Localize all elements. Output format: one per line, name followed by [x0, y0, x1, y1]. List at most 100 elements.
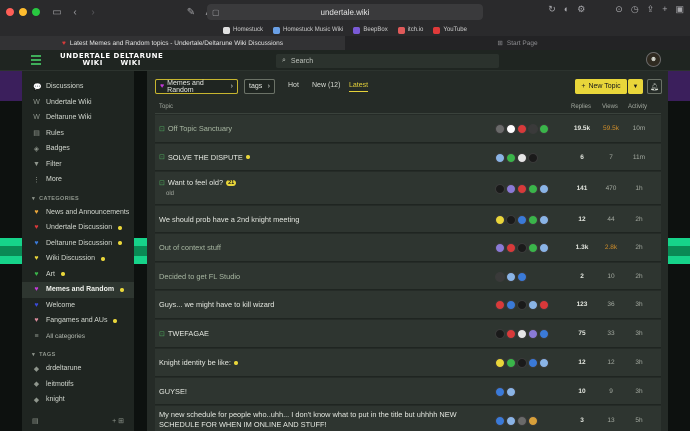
sidebar-category-wiki-discussion[interactable]: ♥ Wiki Discussion	[22, 251, 134, 267]
activity-cell[interactable]: 10m	[627, 125, 651, 132]
sidebar-category-fangames-and-aus[interactable]: ♥ Fangames and AUs	[22, 313, 134, 329]
tags-dropdown[interactable]: tags ›	[244, 79, 275, 94]
sidebar-all-categories[interactable]: ≡ All categories	[22, 329, 134, 345]
header-views[interactable]: Views	[602, 104, 618, 110]
activity-cell[interactable]: 3h	[627, 388, 651, 395]
sidebar-category-deltarune-discussion[interactable]: ♥ Deltarune Discussion	[22, 236, 134, 252]
avatar[interactable]	[495, 271, 505, 282]
sidebar-category-undertale-discussion[interactable]: ♥ Undertale Discussion	[22, 220, 134, 236]
avatar[interactable]	[539, 243, 549, 253]
new-topic-dropdown-button[interactable]: ▼	[628, 79, 643, 94]
table-row[interactable]: ⊡ Want to feel old? 21 old 141 470 1h	[155, 172, 661, 205]
sidebar-item-more[interactable]: ⋮ More	[22, 172, 134, 188]
avatar[interactable]	[528, 124, 538, 134]
back-icon[interactable]: ‹	[68, 7, 82, 18]
avatar[interactable]	[539, 124, 549, 134]
activity-cell[interactable]: 2h	[627, 273, 651, 280]
minimize-window-button[interactable]	[19, 8, 27, 16]
avatar[interactable]	[539, 300, 549, 310]
sidebar-category-news-and-announcements[interactable]: ♥ News and Announcements	[22, 205, 134, 221]
sidebar-item-filter[interactable]: ▼ Filter	[22, 157, 134, 173]
close-window-button[interactable]	[6, 8, 14, 16]
extension-icon[interactable]: ⚙	[577, 4, 585, 15]
table-row[interactable]: Guys... we might have to kill wizard 123 3…	[155, 291, 661, 319]
topic-title[interactable]: Guys... we might have to kill wizard	[159, 300, 274, 309]
avatar[interactable]	[517, 358, 527, 368]
avatar[interactable]	[495, 214, 505, 225]
avatar[interactable]	[528, 243, 538, 253]
address-bar[interactable]: ▢ undertale.wiki	[207, 4, 483, 20]
site-logo[interactable]: UNDERTALE DELTARUNE WIKI WIKI	[60, 53, 163, 67]
table-row[interactable]: Decided to get FL Studio 2 10 2h	[155, 263, 661, 290]
avatar[interactable]	[528, 300, 538, 310]
sidebar-item-deltarune-wiki[interactable]: W Deltarune Wiki	[22, 110, 134, 126]
tab-overview-icon[interactable]: ▣	[675, 4, 684, 15]
topic-title[interactable]: We should prob have a 2nd knight meeting	[159, 215, 299, 224]
search-input[interactable]: ⌕ Search	[276, 54, 499, 68]
topic-title[interactable]: Off Topic Sanctuary	[168, 124, 232, 133]
header-topic[interactable]: Topic	[159, 104, 173, 110]
topic-title[interactable]: TWEFAGAE	[168, 329, 209, 338]
sidebar-tag-drdeltarune[interactable]: ◆ drdeltarune	[22, 361, 134, 377]
avatar[interactable]	[506, 214, 516, 225]
avatar[interactable]	[495, 300, 505, 310]
tab-hot[interactable]: Hot	[288, 82, 299, 89]
sidebar-tag-leitmotifs[interactable]: ◆ leitmotifs	[22, 377, 134, 393]
table-row[interactable]: ⊡ TWEFAGAE 75 33 3h	[155, 320, 661, 348]
sidebar-category-memes-and-random[interactable]: ♥ Memes and Random	[22, 282, 134, 298]
notifications-button[interactable]: 🔔︎	[647, 79, 662, 94]
avatar[interactable]	[495, 124, 505, 134]
tab-start-page[interactable]: ⊞ Start Page	[345, 36, 690, 50]
activity-cell[interactable]: 1h	[627, 185, 651, 192]
avatar[interactable]	[539, 214, 549, 225]
add-icon[interactable]: + ⊞	[112, 417, 124, 425]
edit-icon[interactable]: ✎	[184, 7, 198, 18]
avatar[interactable]	[517, 271, 527, 282]
avatar[interactable]	[528, 183, 538, 194]
activity-cell[interactable]: 2h	[627, 216, 651, 223]
topic-title[interactable]: Want to feel old?	[168, 178, 223, 187]
avatar[interactable]	[528, 358, 538, 368]
sidebar-tag-knight[interactable]: ◆ knight	[22, 392, 134, 408]
activity-cell[interactable]: 2h	[627, 244, 651, 251]
activity-cell[interactable]: 11m	[627, 154, 651, 161]
category-dropdown[interactable]: ♥ Memes and Random ›	[155, 79, 238, 94]
avatar[interactable]	[517, 300, 527, 310]
download-icon[interactable]: ⊙	[615, 4, 623, 15]
activity-cell[interactable]: 3h	[627, 301, 651, 308]
activity-cell[interactable]: 3h	[627, 330, 651, 337]
bookmark-item[interactable]: YouTube	[433, 26, 467, 34]
table-row[interactable]: My new schedule for people who..uhh... I…	[155, 406, 661, 431]
user-avatar[interactable]: ☻	[646, 52, 661, 67]
avatar[interactable]	[528, 329, 538, 339]
topic-tag[interactable]: old	[166, 191, 174, 197]
bookmark-item[interactable]: itch.io	[397, 26, 423, 34]
table-row[interactable]: We should prob have a 2nd knight meeting…	[155, 206, 661, 233]
avatar[interactable]	[506, 358, 516, 368]
table-row[interactable]: GUYSE! 10 9 3h	[155, 378, 661, 405]
tags-heading[interactable]: ▾ TAGS	[22, 349, 134, 361]
avatar[interactable]	[517, 183, 527, 194]
avatar[interactable]	[528, 152, 538, 163]
avatar[interactable]	[517, 243, 527, 253]
sidebar-category-art[interactable]: ♥ Art	[22, 267, 134, 283]
tab-active[interactable]: ♥ Latest Memes and Random topics - Under…	[0, 36, 345, 50]
table-row[interactable]: ⊡ SOLVE THE DISPUTE 6 7 11m	[155, 144, 661, 171]
avatar[interactable]	[528, 416, 538, 426]
tab-new[interactable]: New (12)	[312, 82, 340, 89]
avatar[interactable]	[517, 214, 527, 225]
avatar[interactable]	[506, 271, 516, 282]
topic-title[interactable]: Decided to get FL Studio	[159, 272, 240, 281]
sidebar-item-undertale-wiki[interactable]: W Undertale Wiki	[22, 95, 134, 111]
avatar[interactable]	[506, 329, 516, 339]
avatar[interactable]	[506, 243, 516, 253]
avatar[interactable]	[506, 124, 516, 134]
avatar[interactable]	[539, 329, 549, 339]
topic-title[interactable]: Knight identity be like:	[159, 358, 231, 367]
table-row[interactable]: ⊡ Off Topic Sanctuary 19.5k 59.5k 10m	[155, 115, 661, 143]
avatar[interactable]	[495, 243, 505, 253]
avatar[interactable]	[539, 183, 549, 194]
history-icon[interactable]: ◷	[631, 4, 639, 15]
new-topic-button[interactable]: + New Topic	[575, 79, 627, 94]
topic-title[interactable]: SOLVE THE DISPUTE	[168, 153, 243, 162]
